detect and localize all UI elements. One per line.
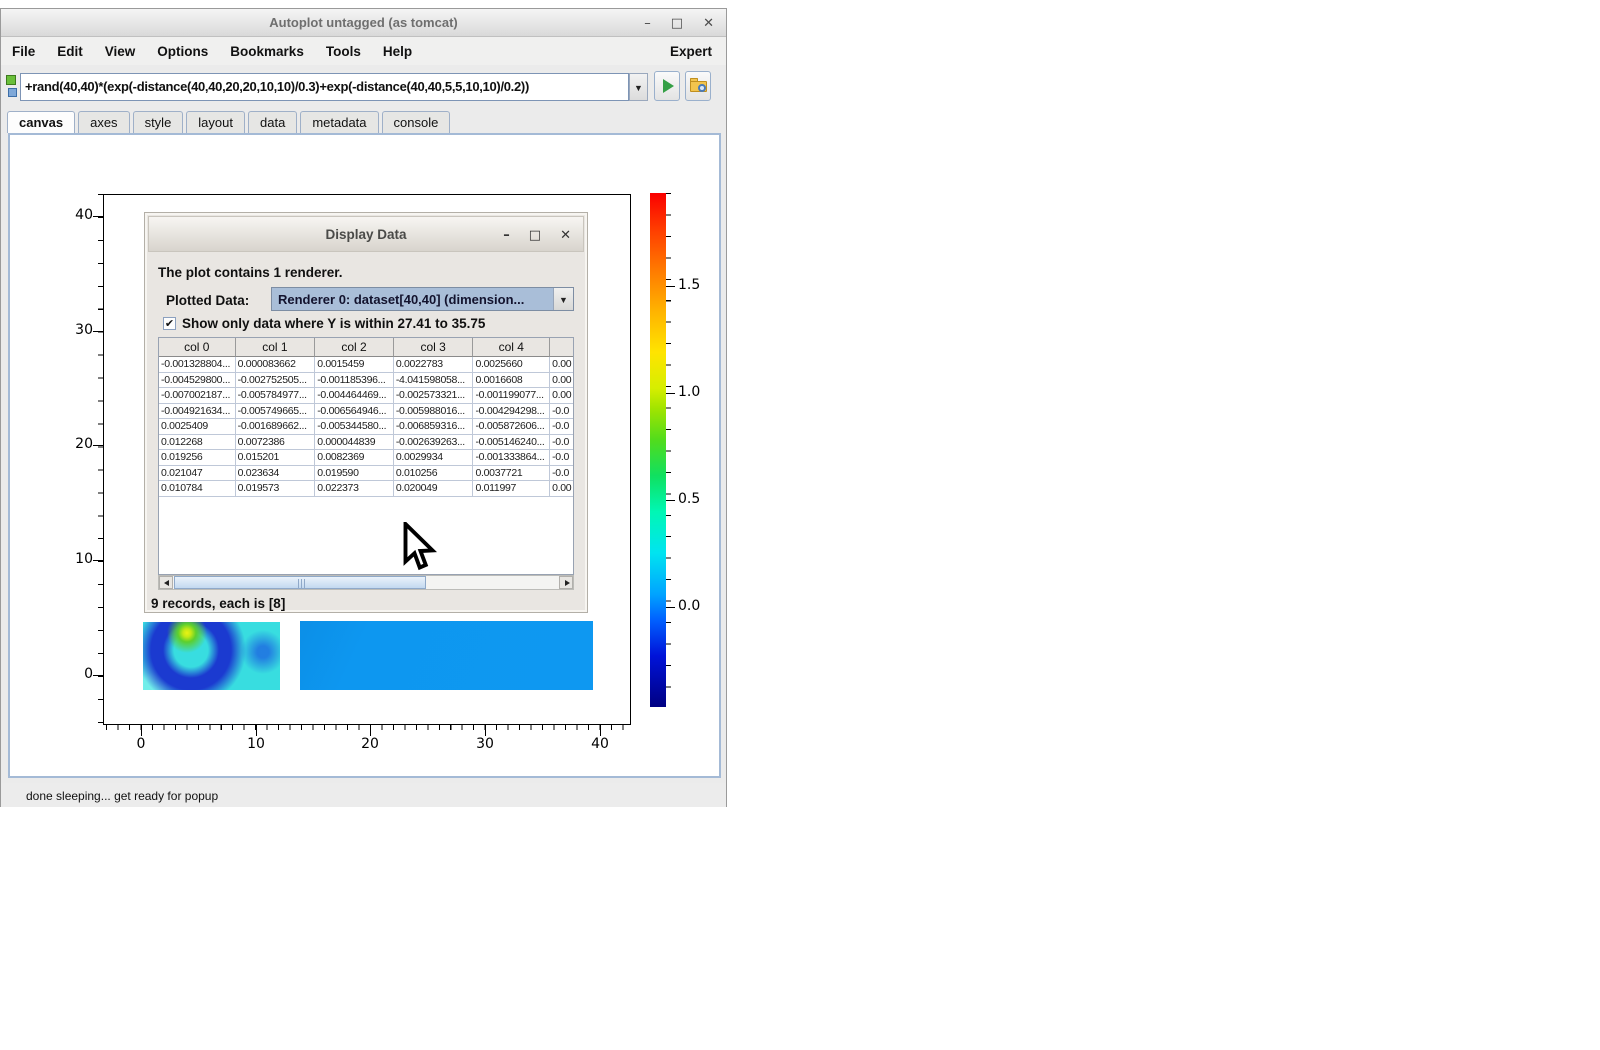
browse-button[interactable] (685, 71, 711, 101)
column-header[interactable]: col 3 (394, 338, 474, 357)
table-row[interactable]: -0.001328804... 0.000083662 0.0015459 0.… (159, 357, 573, 373)
menu-help[interactable]: Help (372, 40, 423, 63)
table-row[interactable]: -0.004921634... -0.005749665... -0.00656… (159, 404, 573, 420)
renderer-count-text: The plot contains 1 renderer. (158, 265, 343, 280)
column-header[interactable]: col 0 (159, 338, 236, 357)
tab-axes[interactable]: axes (78, 111, 129, 133)
scroll-right-icon[interactable] (559, 576, 573, 589)
uri-dropdown-icon[interactable]: ▼ (629, 73, 648, 101)
column-header[interactable]: col 2 (315, 338, 394, 357)
tab-metadata[interactable]: metadata (300, 111, 378, 133)
table-row[interactable]: 0.012268 0.0072386 0.000044839 -0.002639… (159, 435, 573, 451)
mouse-cursor (401, 522, 437, 579)
column-header[interactable] (550, 338, 573, 357)
colorbar-tick-label: 0.5 (678, 491, 712, 509)
spectrogram-strip-right (300, 621, 593, 690)
tab-data[interactable]: data (248, 111, 297, 133)
colorbar[interactable] (650, 193, 666, 707)
go-button[interactable] (654, 71, 680, 101)
x-axis-minor-ticks (106, 725, 631, 730)
colorbar-tick-label: 1.5 (678, 277, 712, 295)
tab-canvas[interactable]: canvas (7, 111, 75, 133)
plot-canvas[interactable]: 40 30 20 10 0 0 10 20 30 40 1.5 (8, 133, 721, 778)
display-data-dialog: Display Data – □ ✕ The plot contains 1 r… (144, 212, 588, 613)
y-tick-label: 10 (43, 551, 93, 569)
dialog-titlebar[interactable]: Display Data – □ ✕ (148, 216, 584, 252)
menu-edit[interactable]: Edit (46, 40, 94, 63)
table-row[interactable]: -0.004529800... -0.002752505... -0.00118… (159, 373, 573, 389)
y-filter-label: Show only data where Y is within 27.41 t… (182, 316, 485, 331)
column-header[interactable]: col 1 (236, 338, 316, 357)
x-tick-label: 30 (465, 736, 505, 754)
table-header-row: col 0 col 1 col 2 col 3 col 4 (159, 338, 573, 357)
table-row[interactable]: 0.019256 0.015201 0.0082369 0.0029934 -0… (159, 450, 573, 466)
uri-input[interactable]: +rand(40,40)*(exp(-distance(40,40,20,20,… (20, 73, 629, 101)
screen: Autoplot untagged (as tomcat) – □ ✕ File… (0, 0, 1600, 1050)
y-tick-label: 30 (43, 322, 93, 340)
colorbar-tick-label: 0.0 (678, 598, 712, 616)
magnifier-icon (698, 84, 706, 92)
tab-layout[interactable]: layout (186, 111, 245, 133)
column-header[interactable]: col 4 (473, 338, 550, 357)
minimize-icon[interactable]: – (644, 16, 651, 31)
window-titlebar[interactable]: Autoplot untagged (as tomcat) – □ ✕ (1, 9, 726, 37)
play-icon (663, 79, 674, 93)
renderer-combobox[interactable]: Renderer 0: dataset[40,40] (dimension...… (271, 287, 574, 311)
plotted-data-label: Plotted Data: (166, 293, 249, 308)
window-title: Autoplot untagged (as tomcat) (1, 15, 726, 30)
menu-bookmarks[interactable]: Bookmarks (219, 40, 315, 63)
data-table[interactable]: col 0 col 1 col 2 col 3 col 4 -0.0013288… (158, 337, 574, 575)
renderer-combobox-value: Renderer 0: dataset[40,40] (dimension... (272, 292, 553, 307)
menu-view[interactable]: View (94, 40, 147, 63)
scrollbar-thumb[interactable] (174, 576, 426, 589)
scroll-left-icon[interactable] (159, 576, 173, 589)
y-tick-label: 40 (43, 207, 93, 225)
colorbar-minor-ticks (666, 193, 671, 707)
menubar: File Edit View Options Bookmarks Tools H… (1, 37, 726, 65)
y-tick-label: 20 (43, 436, 93, 454)
maximize-icon[interactable]: □ (671, 16, 683, 31)
autoplot-window: Autoplot untagged (as tomcat) – □ ✕ File… (0, 8, 727, 807)
main-tabs: canvas axes style layout data metadata c… (7, 111, 450, 133)
y-tick-label: 0 (43, 666, 93, 684)
close-icon[interactable]: ✕ (703, 16, 714, 31)
status-bar: done sleeping... get ready for popup (1, 783, 726, 807)
expert-toggle[interactable]: Expert (670, 44, 726, 59)
spectrogram-strip-left (143, 622, 280, 690)
table-row[interactable]: 0.021047 0.023634 0.019590 0.010256 0.00… (159, 466, 573, 482)
x-tick-label: 40 (580, 736, 620, 754)
x-tick-label: 0 (121, 736, 161, 754)
tab-console[interactable]: console (382, 111, 451, 133)
dialog-close-icon[interactable]: ✕ (560, 228, 571, 243)
uri-status-icon (6, 75, 20, 101)
address-row: +rand(40,40)*(exp(-distance(40,40,20,20,… (1, 67, 726, 111)
menu-tools[interactable]: Tools (315, 40, 372, 63)
y-axis-minor-ticks (98, 194, 103, 725)
scrollbar-grip (298, 579, 305, 588)
status-text: done sleeping... get ready for popup (26, 789, 218, 803)
records-summary: 9 records, each is [8] (151, 596, 285, 611)
menu-options[interactable]: Options (146, 40, 219, 63)
dialog-maximize-icon[interactable]: □ (529, 228, 541, 243)
dialog-minimize-icon[interactable]: – (503, 228, 510, 243)
menu-file[interactable]: File (1, 40, 46, 63)
table-row[interactable]: 0.0025409 -0.001689662... -0.005344580..… (159, 419, 573, 435)
x-tick-label: 10 (236, 736, 276, 754)
chevron-down-icon[interactable]: ▼ (553, 288, 573, 310)
tab-style[interactable]: style (133, 111, 184, 133)
table-row[interactable]: 0.010784 0.019573 0.022373 0.020049 0.01… (159, 481, 573, 497)
y-filter-checkbox[interactable]: ✔ (163, 317, 176, 330)
horizontal-scrollbar[interactable] (158, 575, 574, 590)
table-row[interactable]: -0.007002187... -0.005784977... -0.00446… (159, 388, 573, 404)
colorbar-tick-label: 1.0 (678, 384, 712, 402)
x-tick-label: 20 (350, 736, 390, 754)
